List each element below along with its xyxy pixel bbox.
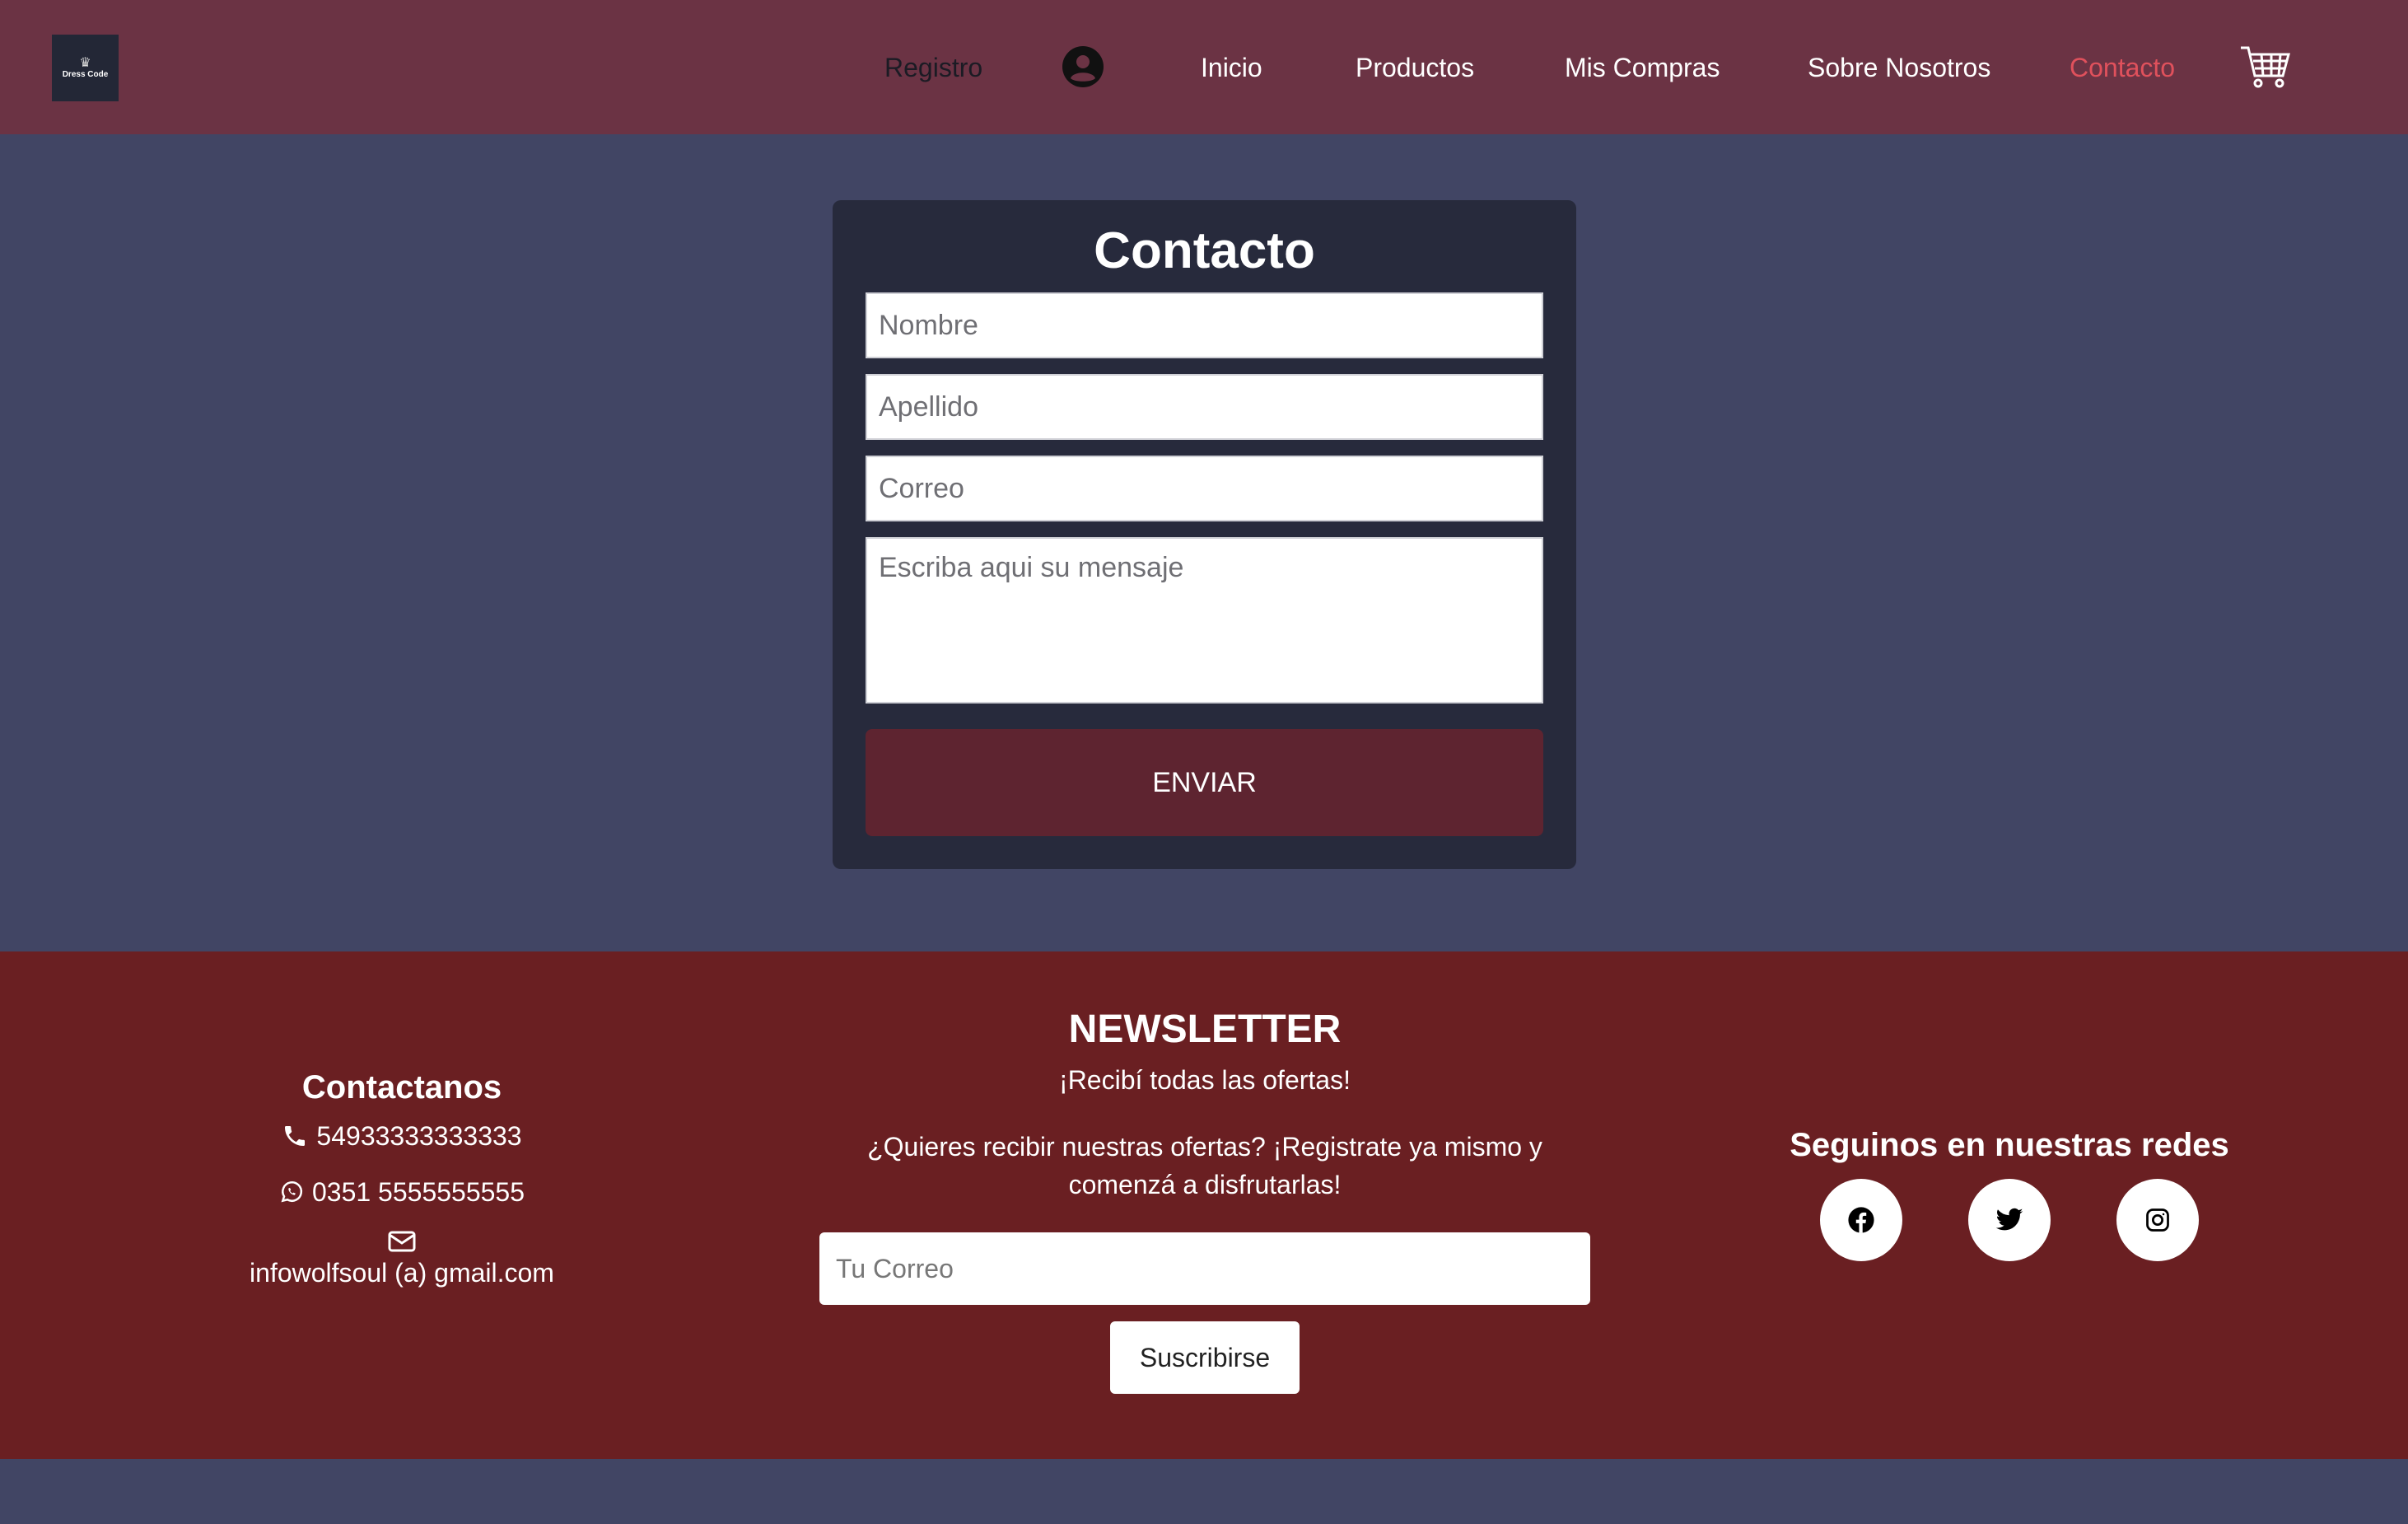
email-address: infowolfsoul (a) gmail.com [250,1258,554,1288]
shopping-cart-icon[interactable] [2238,40,2293,94]
nav-contacto[interactable]: Contacto [2070,51,2175,84]
whatsapp-line: 0351 5555555555 [155,1174,649,1210]
correo-input[interactable] [866,456,1543,521]
enviar-button[interactable]: ENVIAR [866,729,1543,836]
phone-line: 54933333333333 [155,1118,649,1154]
user-circle-icon[interactable] [1062,45,1104,88]
suscribirse-button[interactable]: Suscribirse [1110,1321,1300,1394]
facebook-link[interactable] [1820,1179,1902,1261]
newsletter-subtitle: ¡Recibí todas las ofertas! [1059,1065,1351,1095]
crown-icon: ♛ [79,56,91,70]
social-section: Seguinos en nuestras redes [1762,1124,2256,1261]
twitter-link[interactable] [1968,1179,2051,1261]
nav-inicio[interactable]: Inicio [1201,51,1262,84]
contact-info: Contactanos 54933333333333 0351 55555555… [155,1067,649,1291]
apellido-input[interactable] [866,374,1543,440]
nav-mis-compras[interactable]: Mis Compras [1565,51,1720,84]
nav-registro[interactable]: Registro [884,51,982,84]
phone-icon [285,1126,306,1146]
whatsapp-number: 0351 5555555555 [311,1177,525,1207]
phone-number: 54933333333333 [316,1121,522,1151]
site-logo[interactable]: ♛ Dress Code [52,35,119,101]
nav-sobre-nosotros[interactable]: Sobre Nosotros [1808,51,1990,84]
envelope-icon [388,1231,416,1252]
contact-form-card: Contacto ENVIAR [833,200,1576,869]
nav-productos[interactable]: Productos [1356,51,1474,84]
site-footer: Contactanos 54933333333333 0351 55555555… [0,951,2408,1459]
newsletter: NEWSLETTER ¡Recibí todas las ofertas! ¿Q… [819,1001,1590,1394]
logo-brand-text: Dress Code [62,70,109,79]
newsletter-title: NEWSLETTER [1068,1007,1342,1051]
site-header: ♛ Dress Code Registro Inicio Productos M… [0,0,2408,134]
email-line: infowolfsoul (a) gmail.com [155,1230,649,1291]
social-title: Seguinos en nuestras redes [1790,1127,2229,1163]
contact-title: Contacto [1094,222,1315,279]
contact-info-title: Contactanos [301,1069,502,1106]
social-links [1762,1179,2256,1261]
instagram-icon [2146,1208,2169,1232]
facebook-icon [1848,1207,1874,1233]
whatsapp-icon [281,1180,303,1203]
nombre-input[interactable] [866,292,1543,358]
instagram-link[interactable] [2116,1179,2199,1261]
mensaje-textarea[interactable] [866,537,1543,704]
newsletter-description: ¿Quieres recibir nuestras ofertas? ¡Regi… [867,1132,1542,1199]
twitter-icon [1995,1208,2023,1231]
newsletter-email-input[interactable] [819,1232,1590,1305]
